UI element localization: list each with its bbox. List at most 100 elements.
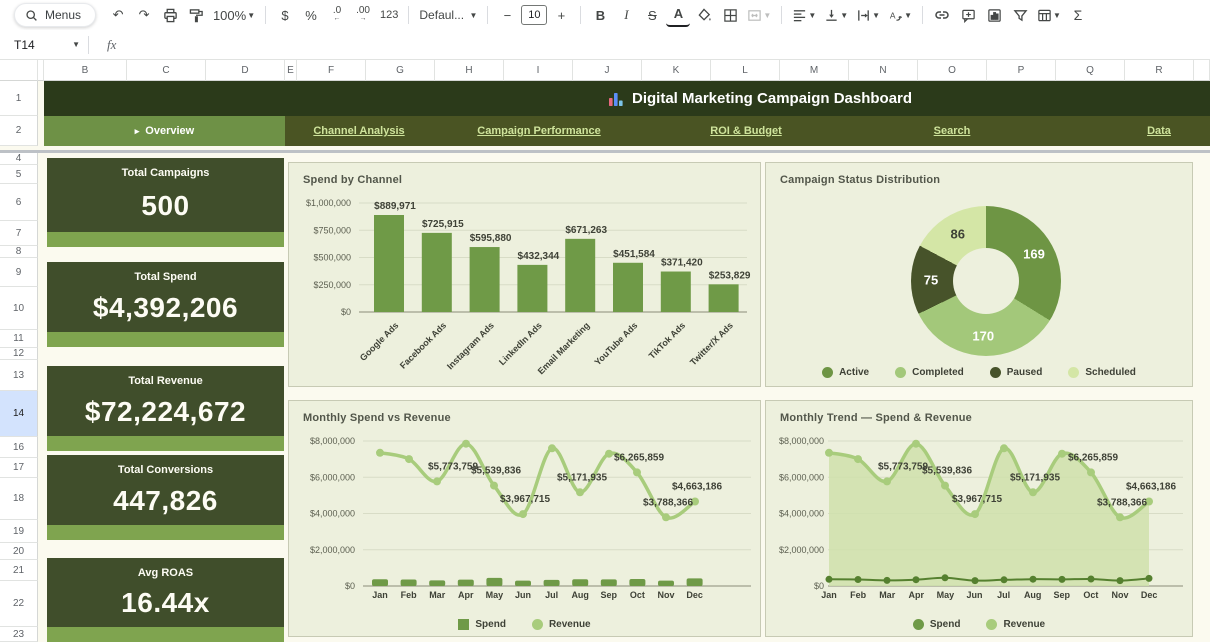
row-header-20[interactable]: 20 <box>0 543 38 560</box>
svg-text:$3,788,366: $3,788,366 <box>1097 497 1147 508</box>
svg-text:Dec: Dec <box>1141 590 1158 600</box>
paint-format-button[interactable] <box>184 3 208 27</box>
nav-link-channel-analysis[interactable]: Channel Analysis <box>313 125 404 137</box>
font-size-input[interactable]: 10 <box>521 5 547 25</box>
row-header-5[interactable]: 5 <box>0 165 38 184</box>
print-button[interactable] <box>158 3 182 27</box>
column-header-B[interactable]: B <box>44 60 127 81</box>
column-header-Q[interactable]: Q <box>1056 60 1125 81</box>
column-header-G[interactable]: G <box>366 60 435 81</box>
decrease-font-size-button[interactable]: − <box>495 3 519 27</box>
insert-chart-button[interactable] <box>982 3 1006 27</box>
functions-button[interactable]: Σ <box>1066 3 1090 27</box>
row-header-7[interactable]: 7 <box>0 221 38 246</box>
svg-text:$500,000: $500,000 <box>313 253 351 263</box>
row-header-19[interactable]: 19 <box>0 520 38 543</box>
kpi-card-total-conversions[interactable]: Total Conversions447,826 <box>47 455 284 525</box>
format-percent-button[interactable]: % <box>299 3 323 27</box>
horizontal-align-button[interactable]: ▼ <box>789 3 819 27</box>
row-header-1[interactable]: 1 <box>0 81 38 116</box>
borders-button[interactable] <box>718 3 742 27</box>
select-all-corner[interactable] <box>0 60 38 81</box>
bar-chart-spend-by-channel: $1,000,000$750,000$500,000$250,000$0$889… <box>289 163 762 388</box>
create-filter-button[interactable] <box>1008 3 1032 27</box>
strikethrough-button[interactable]: S <box>640 3 664 27</box>
chart-card-monthly_spend_vs_revenue[interactable]: Monthly Spend vs Revenue$8,000,000$6,000… <box>288 400 761 637</box>
nav-link-data[interactable]: Data <box>1147 125 1171 137</box>
column-header-E[interactable]: E <box>285 60 297 81</box>
row-header-2[interactable]: 2 <box>0 116 38 146</box>
row-header-10[interactable]: 10 <box>0 287 38 330</box>
zoom-select[interactable]: 100%▼ <box>210 3 258 27</box>
row-header-11[interactable]: 11 <box>0 330 38 348</box>
legend-item-spend: Spend <box>913 619 961 630</box>
column-header-R[interactable]: R <box>1125 60 1194 81</box>
insert-comment-button[interactable] <box>956 3 980 27</box>
bold-button[interactable]: B <box>588 3 612 27</box>
row-header-13[interactable]: 13 <box>0 360 38 391</box>
column-header-N[interactable]: N <box>849 60 918 81</box>
text-color-button[interactable]: A <box>666 3 690 27</box>
tab-overview-active[interactable]: ▸Overview <box>44 116 285 146</box>
row-header-16[interactable]: 16 <box>0 437 38 458</box>
row-header-12[interactable]: 12 <box>0 348 38 360</box>
svg-text:May: May <box>937 590 955 600</box>
undo-button[interactable]: ↶ <box>106 3 130 27</box>
row-header-23[interactable]: 23 <box>0 627 38 642</box>
nav-link-campaign-performance[interactable]: Campaign Performance <box>477 125 600 137</box>
font-select[interactable]: Defaul...▼ <box>416 3 480 27</box>
kpi-card-total-campaigns[interactable]: Total Campaigns500 <box>47 158 284 232</box>
row-header-4[interactable]: 4 <box>0 153 38 165</box>
svg-text:$5,539,836: $5,539,836 <box>471 466 521 477</box>
svg-text:Google Ads: Google Ads <box>358 320 401 363</box>
row-header-21[interactable]: 21 <box>0 560 38 581</box>
table-views-button[interactable]: ▼ <box>1034 3 1064 27</box>
chart-card-spend_by_channel[interactable]: Spend by Channel$1,000,000$750,000$500,0… <box>288 162 761 387</box>
kpi-card-total-revenue[interactable]: Total Revenue$72,224,672 <box>47 366 284 436</box>
column-header-P[interactable]: P <box>987 60 1056 81</box>
svg-text:$8,000,000: $8,000,000 <box>779 436 824 446</box>
row-header-8[interactable]: 8 <box>0 246 38 258</box>
kpi-card-avg-roas[interactable]: Avg ROAS16.44x <box>47 558 284 627</box>
row-header-22[interactable]: 22 <box>0 581 38 627</box>
increase-font-size-button[interactable]: + <box>549 3 573 27</box>
row-header-9[interactable]: 9 <box>0 258 38 287</box>
redo-button[interactable]: ↷ <box>132 3 156 27</box>
svg-text:Mar: Mar <box>429 590 446 600</box>
column-header-H[interactable]: H <box>435 60 504 81</box>
column-header-M[interactable]: M <box>780 60 849 81</box>
chart-card-campaign_status[interactable]: Campaign Status Distribution1691707586Ac… <box>765 162 1193 387</box>
legend-swatch <box>822 367 833 378</box>
row-header-17[interactable]: 17 <box>0 458 38 478</box>
row-header-14[interactable]: 14 <box>0 391 38 437</box>
nav-link-search[interactable]: Search <box>934 125 971 137</box>
svg-text:$6,000,000: $6,000,000 <box>779 472 824 482</box>
text-wrap-button[interactable]: ▼ <box>853 3 883 27</box>
text-rotation-button[interactable]: A ▼ <box>885 3 915 27</box>
row-header-18[interactable]: 18 <box>0 478 38 520</box>
column-header-L[interactable]: L <box>711 60 780 81</box>
name-box[interactable]: T14▼ <box>0 38 88 52</box>
kpi-value: $72,224,672 <box>47 387 284 436</box>
nav-link-roi-budget[interactable]: ROI & Budget <box>710 125 782 137</box>
column-header-O[interactable]: O <box>918 60 987 81</box>
increase-decimals-button[interactable]: .00→ <box>351 3 375 27</box>
kpi-card-total-spend[interactable]: Total Spend$4,392,206 <box>47 262 284 332</box>
column-header-J[interactable]: J <box>573 60 642 81</box>
column-header-D[interactable]: D <box>206 60 285 81</box>
column-header-F[interactable]: F <box>297 60 366 81</box>
chart-card-monthly_trend[interactable]: Monthly Trend — Spend & Revenue$8,000,00… <box>765 400 1193 637</box>
row-header-6[interactable]: 6 <box>0 184 38 221</box>
vertical-align-button[interactable]: ▼ <box>821 3 851 27</box>
more-formats-button[interactable]: 123 <box>377 3 401 27</box>
insert-link-button[interactable] <box>930 3 954 27</box>
format-currency-button[interactable]: $ <box>273 3 297 27</box>
legend-swatch <box>895 367 906 378</box>
column-header-I[interactable]: I <box>504 60 573 81</box>
italic-button[interactable]: I <box>614 3 638 27</box>
decrease-decimals-button[interactable]: .0← <box>325 3 349 27</box>
menus-button[interactable]: Menus <box>14 3 96 27</box>
column-header-K[interactable]: K <box>642 60 711 81</box>
fill-color-button[interactable] <box>692 3 716 27</box>
column-header-C[interactable]: C <box>127 60 206 81</box>
